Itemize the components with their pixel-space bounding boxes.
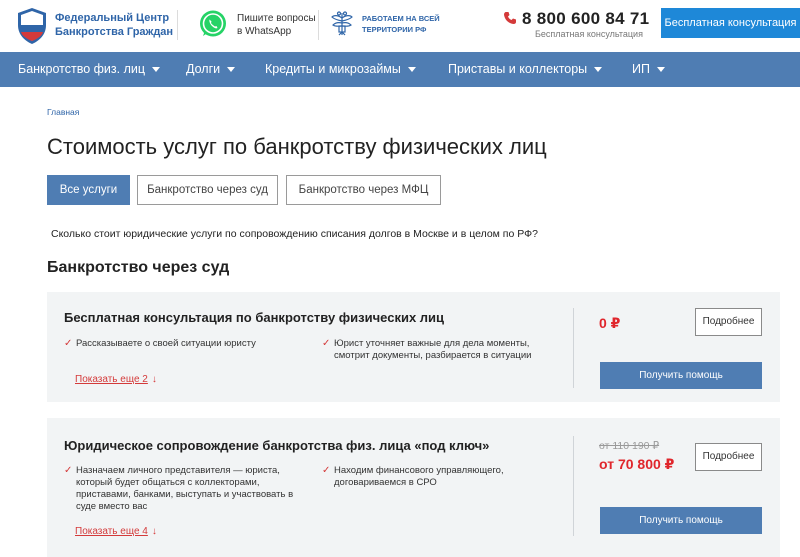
arrow-down-icon: ↓ — [151, 374, 157, 385]
chevron-down-icon — [227, 67, 236, 73]
nav-item-bailiffs[interactable]: Приставы и коллекторы — [448, 52, 603, 87]
intro-text: Сколько стоит юридические услуги по сопр… — [51, 228, 538, 240]
service-price: от 70 800 ₽ — [599, 456, 675, 472]
nav-item-credits[interactable]: Кредиты и микрозаймы — [265, 52, 416, 87]
header-divider — [177, 10, 178, 40]
feature-item: ✓ Находим финансового управляющего, дого… — [322, 465, 504, 488]
emblem-icon — [331, 11, 353, 36]
free-consultation-button[interactable]: Бесплатная консультация — [661, 8, 800, 38]
service-title: Юридическое сопровождение банкротства фи… — [64, 438, 490, 453]
show-more-link[interactable]: Показать еще 4 ↓ — [75, 526, 157, 537]
show-more-link[interactable]: Показать еще 2 ↓ — [75, 374, 157, 385]
territory-caption: РАБОТАЕМ НА ВСЕЙ ТЕРРИТОРИИ РФ — [362, 14, 440, 34]
breadcrumb[interactable]: Главная — [47, 107, 79, 117]
check-icon: ✓ — [322, 338, 331, 349]
get-help-button[interactable]: Получить помощь — [600, 507, 762, 534]
arrow-down-icon: ↓ — [151, 526, 157, 537]
nav-item-bankruptcy[interactable]: Банкротство физ. лиц — [18, 52, 161, 87]
tab-mfc-bankruptcy[interactable]: Банкротство через МФЦ — [286, 175, 441, 205]
nav-item-debts[interactable]: Долги — [186, 52, 236, 87]
phone-caption: Бесплатная консультация — [535, 29, 643, 39]
site-header: Федеральный Центр Банкротства Граждан Пи… — [0, 0, 800, 52]
details-button[interactable]: Подробнее — [695, 308, 762, 336]
service-card: Бесплатная консультация по банкротству ф… — [47, 292, 780, 402]
check-icon: ✓ — [64, 338, 73, 349]
service-price: 0 ₽ — [599, 315, 621, 331]
feature-item: ✓ Юрист уточняет важные для дела моменты… — [322, 338, 532, 361]
shield-logo-icon[interactable] — [16, 7, 48, 45]
service-card: Юридическое сопровождение банкротства фи… — [47, 418, 780, 557]
chevron-down-icon — [594, 67, 603, 73]
header-divider — [318, 10, 319, 40]
card-divider — [573, 436, 574, 536]
chevron-down-icon — [407, 67, 416, 73]
get-help-button[interactable]: Получить помощь — [600, 362, 762, 389]
chevron-down-icon — [152, 67, 161, 73]
card-divider — [573, 308, 574, 388]
page-title: Стоимость услуг по банкротству физически… — [47, 134, 547, 159]
whatsapp-caption[interactable]: Пишите вопросы в WhatsApp — [237, 12, 316, 38]
section-title: Банкротство через суд — [47, 259, 230, 276]
main-nav: Банкротство физ. лиц Долги Кредиты и мик… — [0, 52, 800, 87]
brand-name[interactable]: Федеральный Центр Банкротства Граждан — [55, 11, 173, 39]
check-icon: ✓ — [322, 465, 331, 476]
old-price: от 110 190 ₽ — [599, 440, 660, 452]
details-button[interactable]: Подробнее — [695, 443, 762, 471]
feature-item: ✓ Рассказываете о своей ситуации юристу — [64, 338, 256, 349]
feature-item: ✓ Назначаем личного представителя — юрис… — [64, 465, 294, 512]
phone-number[interactable]: 8 800 600 84 71 — [522, 9, 649, 29]
nav-item-ip[interactable]: ИП — [632, 52, 665, 87]
check-icon: ✓ — [64, 465, 73, 476]
whatsapp-icon[interactable] — [198, 9, 228, 39]
service-title: Бесплатная консультация по банкротству ф… — [64, 310, 445, 325]
chevron-down-icon — [656, 67, 665, 73]
tab-court-bankruptcy[interactable]: Банкротство через суд — [137, 175, 278, 205]
phone-icon — [504, 12, 516, 24]
tab-all-services[interactable]: Все услуги — [47, 175, 130, 205]
